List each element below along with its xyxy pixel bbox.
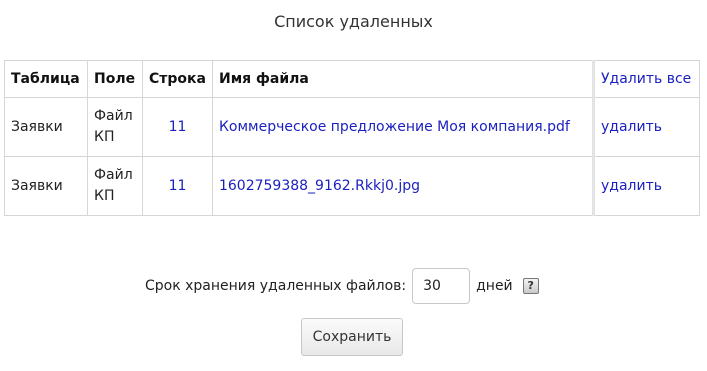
- save-button[interactable]: Сохранить: [301, 318, 403, 356]
- cell-field: Файл КП: [87, 156, 143, 216]
- delete-all-link[interactable]: Удалить все: [601, 71, 691, 87]
- cell-file: 1602759388_9162.Rkkj0.jpg: [211, 156, 596, 216]
- header-actions: Удалить все: [593, 60, 700, 98]
- help-icon[interactable]: ?: [522, 278, 539, 294]
- page-title: Список удаленных: [274, 12, 433, 31]
- cell-action: удалить: [593, 156, 700, 216]
- cell-table: Заявки: [4, 97, 88, 157]
- row-link[interactable]: 11: [169, 119, 187, 135]
- header-file-name: Имя файла: [211, 60, 596, 98]
- table-row: Заявки Файл КП 11 1602759388_9162.Rkkj0.…: [4, 156, 700, 216]
- header-row: Строка: [142, 60, 213, 98]
- file-link[interactable]: 1602759388_9162.Rkkj0.jpg: [219, 178, 420, 194]
- retention-label: Срок хранения удаленных файлов:: [145, 278, 407, 294]
- table-header-row: Таблица Поле Строка Имя файла Удалить вс…: [4, 60, 700, 98]
- retention-days-input[interactable]: [412, 268, 471, 304]
- cell-row: 11: [142, 97, 213, 157]
- cell-action: удалить: [593, 97, 700, 157]
- delete-link[interactable]: удалить: [601, 119, 662, 135]
- table-row: Заявки Файл КП 11 Коммерческое предложен…: [4, 97, 700, 157]
- cell-table: Заявки: [4, 156, 88, 216]
- header-table: Таблица: [4, 60, 88, 98]
- retention-unit: дней: [476, 278, 513, 294]
- retention-setting: Срок хранения удаленных файлов: дней ?: [145, 268, 539, 304]
- file-link[interactable]: Коммерческое предложение Моя компания.pd…: [219, 119, 570, 135]
- cell-row: 11: [142, 156, 213, 216]
- delete-link[interactable]: удалить: [601, 178, 662, 194]
- header-field: Поле: [87, 60, 143, 98]
- deleted-files-table: Таблица Поле Строка Имя файла Удалить вс…: [4, 60, 700, 216]
- cell-field: Файл КП: [87, 97, 143, 157]
- cell-file: Коммерческое предложение Моя компания.pd…: [211, 97, 596, 157]
- row-link[interactable]: 11: [169, 178, 187, 194]
